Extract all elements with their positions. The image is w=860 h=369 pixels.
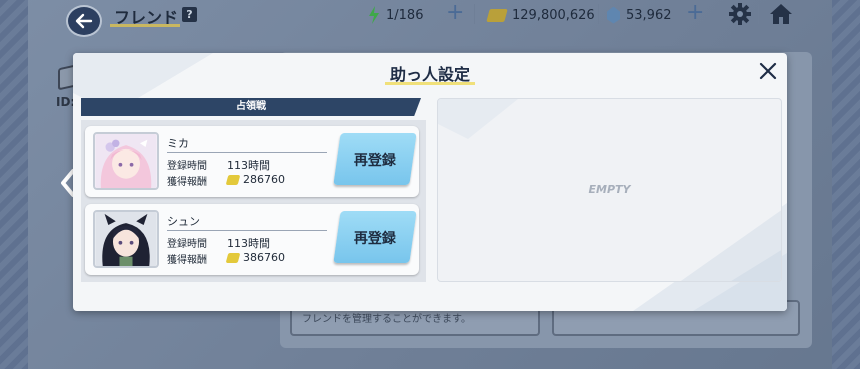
registration-time-text: 113時間 [227, 159, 270, 172]
reward-label: 獲得報酬 [167, 177, 207, 188]
mika-avatar [95, 134, 157, 188]
lightning-icon [369, 6, 379, 24]
reregister-label: 再登録 [353, 231, 396, 247]
gem-icon [607, 6, 620, 24]
registration-time-value: 113時間 [227, 157, 270, 173]
registration-time-label: 登録時間 [167, 239, 207, 250]
background-stripe-left [0, 0, 28, 369]
reward-label: 獲得報酬 [167, 255, 207, 266]
empty-label: EMPTY [588, 183, 631, 196]
background-stripe-right [832, 0, 860, 369]
divider [716, 4, 717, 24]
gems-value: 53,962 [626, 7, 672, 23]
divider [598, 4, 599, 24]
reward-amount: 286760 [243, 173, 285, 186]
name-divider [167, 230, 327, 231]
registration-time-text: 113時間 [227, 237, 270, 250]
title-underline [110, 24, 180, 27]
back-arrow-icon [75, 13, 93, 29]
gems-display: 53,962 [607, 5, 672, 25]
credit-ticket-icon [225, 252, 241, 263]
top-bar: フレンド ? 1/186 + 129,800,626 53,962 + [0, 0, 860, 38]
credit-ticket-icon [225, 174, 241, 185]
character-portrait-shun [93, 210, 159, 268]
energy-display: 1/186 [368, 5, 423, 25]
helper-name: ミカ [167, 137, 189, 150]
back-button[interactable] [66, 5, 102, 37]
close-icon[interactable] [757, 60, 779, 82]
empty-slot-panel[interactable]: EMPTY [437, 98, 782, 282]
gear-icon[interactable] [728, 2, 752, 26]
reward-amount: 386760 [243, 251, 285, 264]
modal-title-underline [385, 82, 475, 85]
shun-avatar [95, 212, 157, 266]
home-icon[interactable] [769, 2, 793, 26]
energy-plus-button[interactable]: + [446, 2, 464, 24]
divider [758, 4, 759, 24]
modal-header: 助っ人設定 [73, 53, 787, 87]
reregister-button[interactable]: 再登録 [333, 211, 417, 263]
helper-list: ミカ 登録時間 113時間 獲得報酬 286760 再登録 シュン 登録時間 1… [81, 120, 426, 282]
reregister-button[interactable]: 再登録 [333, 133, 417, 185]
gems-plus-button[interactable]: + [686, 2, 704, 24]
section-header: 占領戦 [81, 98, 421, 116]
credit-icon [486, 8, 508, 22]
credits-display: 129,800,626 [486, 5, 595, 25]
helper-settings-modal: 助っ人設定 占領戦 ミカ 登録時間 113時間 獲得報酬 286760 再登録 … [73, 53, 787, 311]
reward-value: 386760 [225, 251, 285, 264]
reregister-label: 再登録 [353, 153, 396, 169]
registration-time-value: 113時間 [227, 235, 270, 251]
helper-name: シュン [167, 215, 200, 228]
help-icon[interactable]: ? [182, 7, 197, 22]
reward-value: 286760 [225, 173, 285, 186]
registration-time-label: 登録時間 [167, 161, 207, 172]
credits-value: 129,800,626 [512, 7, 595, 23]
energy-value: 1/186 [386, 7, 424, 23]
character-portrait-mika [93, 132, 159, 190]
name-divider [167, 152, 327, 153]
helper-card: シュン 登録時間 113時間 獲得報酬 386760 再登録 [85, 204, 419, 275]
helper-card: ミカ 登録時間 113時間 獲得報酬 286760 再登録 [85, 126, 419, 197]
divider [474, 4, 475, 24]
